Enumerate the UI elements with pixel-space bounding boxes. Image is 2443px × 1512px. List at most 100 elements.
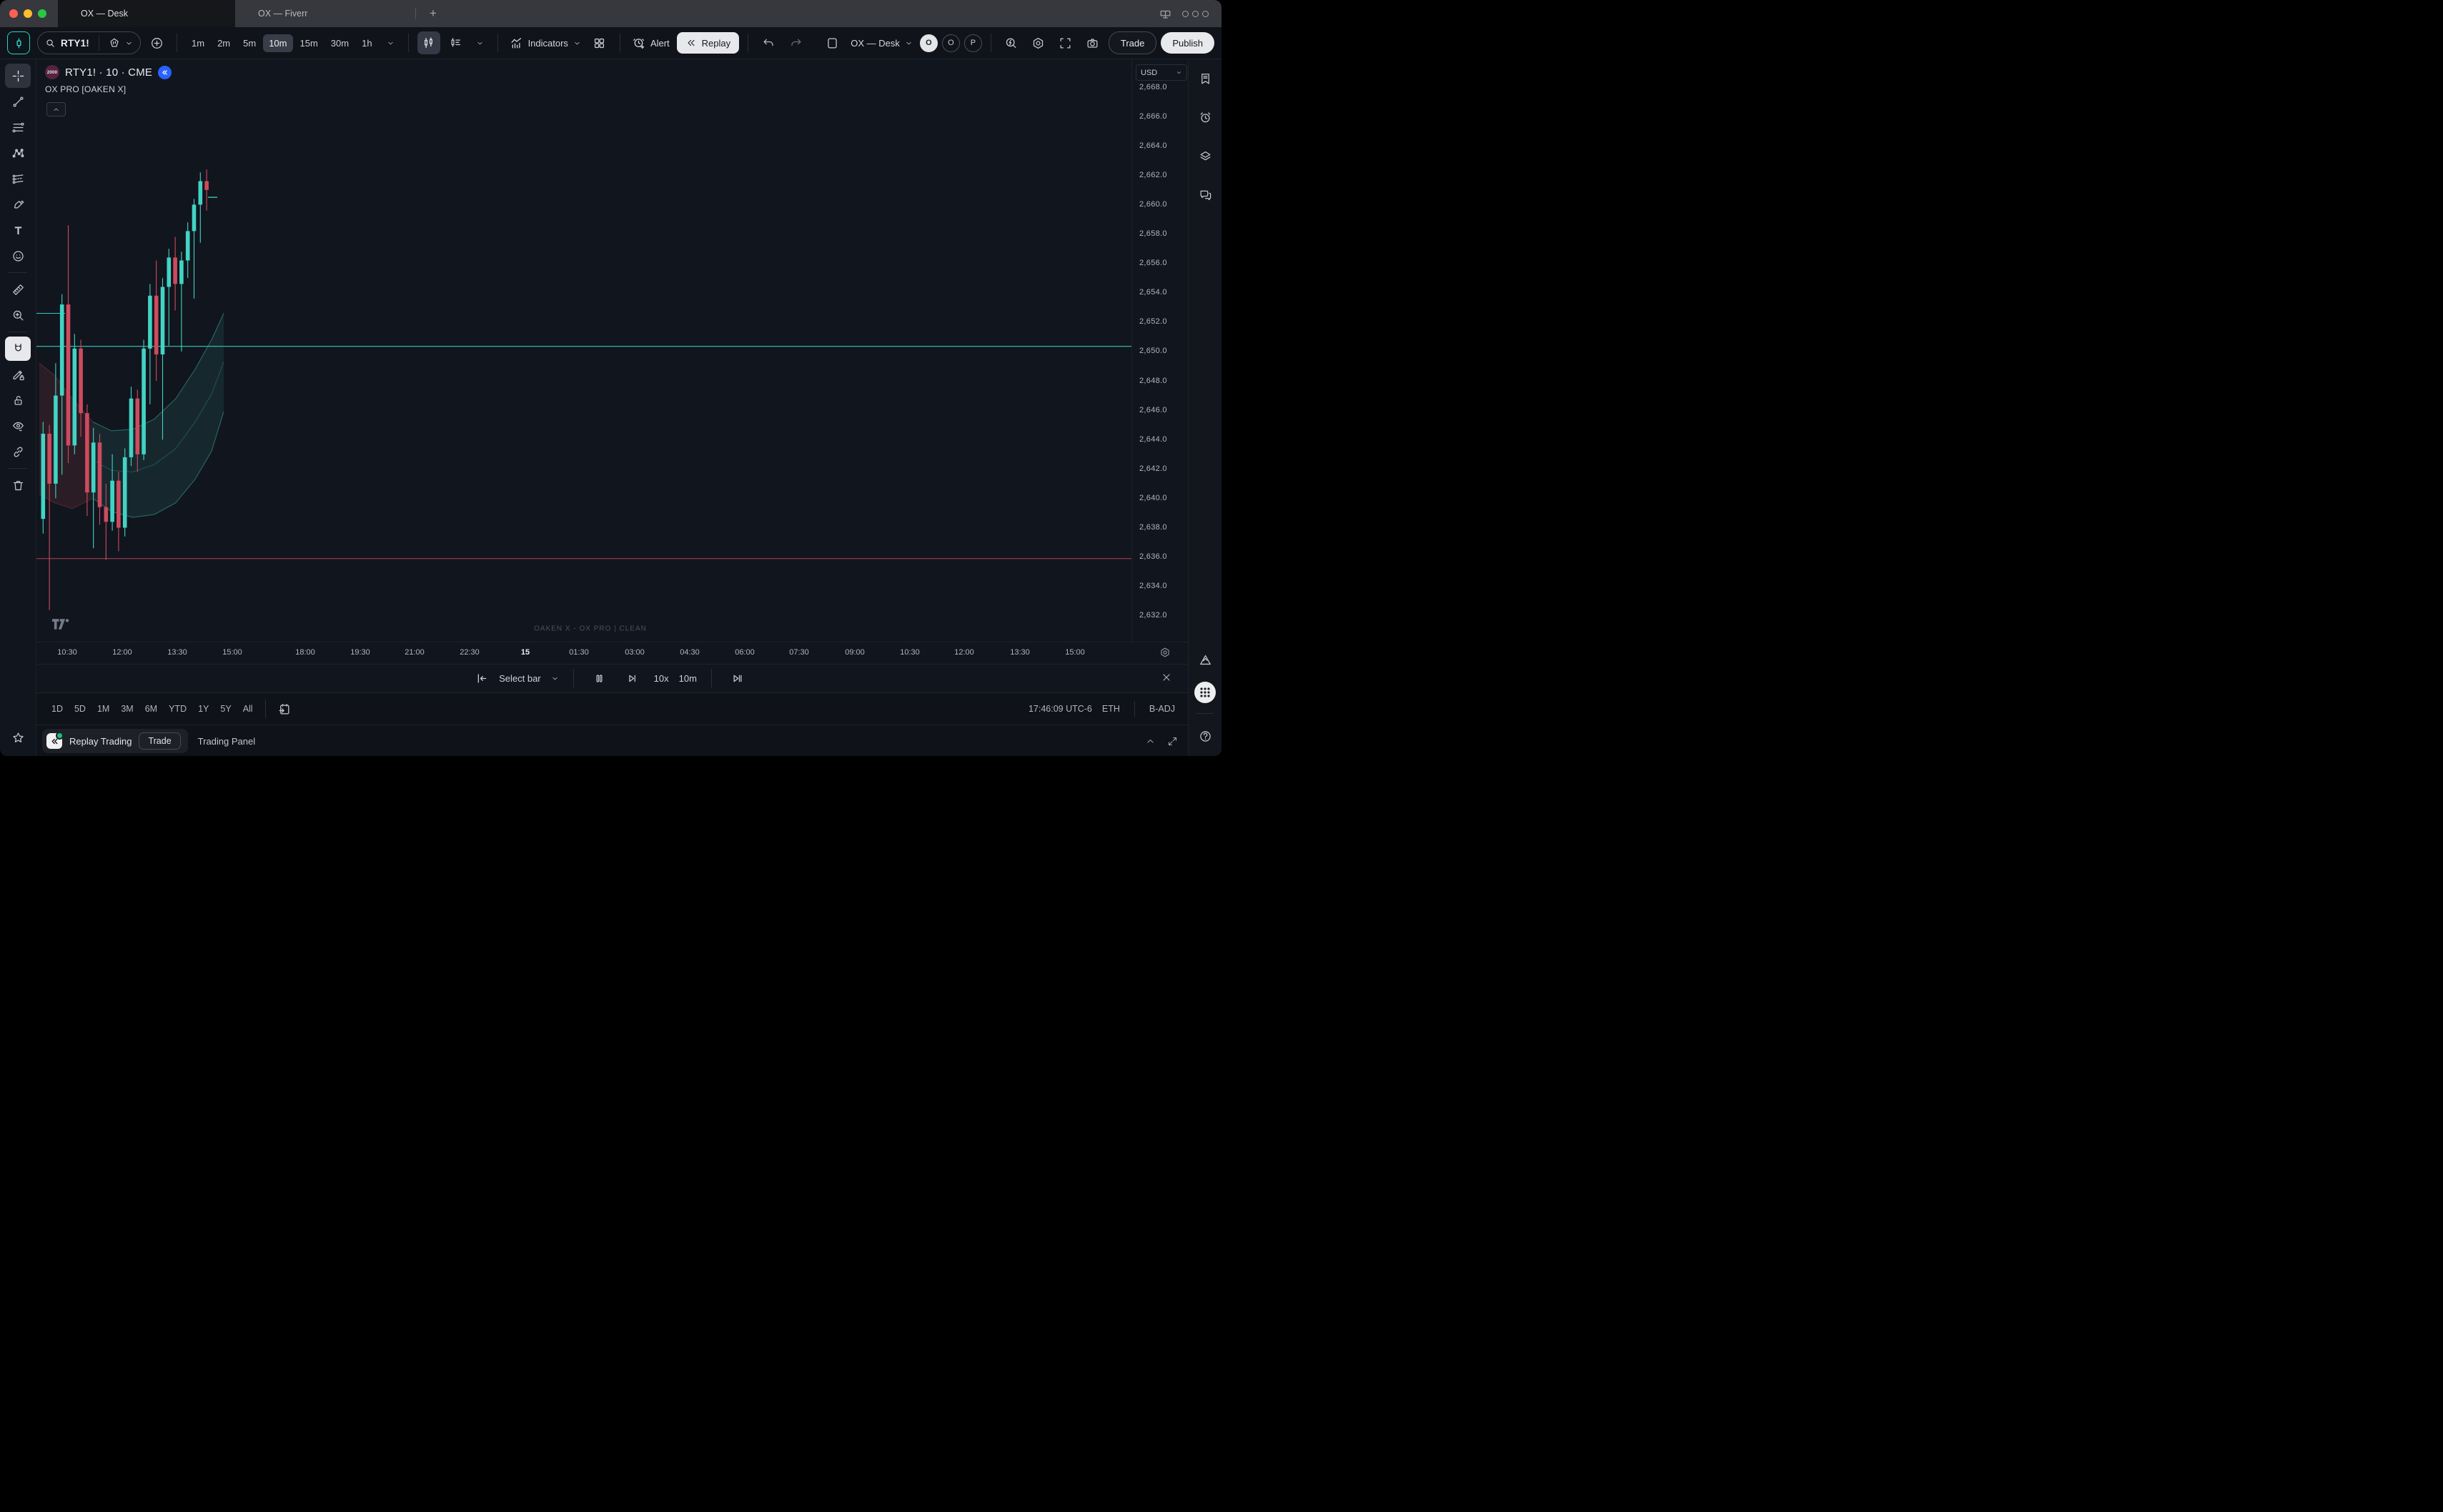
range-1d[interactable]: 1D xyxy=(46,700,68,717)
trading-panel-tab[interactable]: Trading Panel xyxy=(198,736,255,747)
symbol-search-box[interactable]: RTY1! xyxy=(37,31,141,54)
tab-ox-fiverr[interactable]: OX — Fiverr xyxy=(235,0,412,27)
projection-tool[interactable] xyxy=(5,166,31,191)
range-5y[interactable]: 5Y xyxy=(215,700,236,717)
layout-selector[interactable]: OX — Desk xyxy=(848,38,916,49)
collapse-panel-chevron-icon[interactable] xyxy=(1145,736,1156,747)
candlestick-plot[interactable] xyxy=(36,59,1134,642)
more-options-icon[interactable] xyxy=(1182,11,1209,17)
timeframe-10m[interactable]: 10m xyxy=(263,34,292,52)
drawing-edit-lock-tool[interactable] xyxy=(5,362,31,387)
range-3m[interactable]: 3M xyxy=(116,700,138,717)
legend-title[interactable]: RTY1! · 10 · CME xyxy=(65,66,152,79)
favorites-star-tool[interactable] xyxy=(5,725,31,750)
alerts-clock-icon[interactable] xyxy=(1192,105,1218,129)
timeframe-5m[interactable]: 5m xyxy=(237,34,262,52)
replay-jump-to-end-button[interactable] xyxy=(726,667,749,690)
tab-ox-desk[interactable]: OX — Desk xyxy=(58,0,235,27)
chat-icon[interactable] xyxy=(1192,182,1218,207)
alert-button[interactable]: Alert xyxy=(629,36,673,50)
timeframe-15m[interactable]: 15m xyxy=(294,34,324,52)
apps-grid-icon[interactable] xyxy=(1194,682,1216,703)
time-axis[interactable]: 10:3012:0013:3015:0018:0019:3021:0022:30… xyxy=(36,642,1188,664)
object-tree-layers-icon[interactable] xyxy=(1192,144,1218,168)
replay-step-forward-button[interactable] xyxy=(621,667,644,690)
avatar-o[interactable]: O xyxy=(942,34,960,52)
help-icon[interactable] xyxy=(1192,724,1218,748)
remove-drawings-tool[interactable] xyxy=(5,473,31,497)
brush-tool[interactable] xyxy=(5,192,31,217)
replay-button[interactable]: Replay xyxy=(677,32,739,54)
line-tools-style-button[interactable] xyxy=(445,31,467,54)
range-5d[interactable]: 5D xyxy=(69,700,91,717)
publish-button[interactable]: Publish xyxy=(1161,32,1214,54)
currency-selector[interactable]: USD xyxy=(1136,64,1187,81)
close-replay-icon[interactable] xyxy=(1161,672,1172,683)
adjustment-toggle[interactable]: B-ADJ xyxy=(1149,704,1175,714)
quick-search-icon[interactable] xyxy=(1000,31,1023,54)
magnet-mode-tool[interactable] xyxy=(5,337,31,361)
add-symbol-button[interactable] xyxy=(145,31,168,54)
xabcd-pattern-tool[interactable] xyxy=(5,141,31,165)
expand-panel-icon[interactable] xyxy=(1167,736,1178,747)
replay-pause-button[interactable] xyxy=(588,667,611,690)
fullscreen-icon[interactable] xyxy=(1054,31,1077,54)
hide-drawings-tool[interactable] xyxy=(5,414,31,438)
legend-collapse-button[interactable] xyxy=(46,102,66,116)
lock-all-drawings-tool[interactable] xyxy=(5,388,31,412)
indicators-button[interactable]: Indicators xyxy=(507,36,584,50)
watchlist-icon[interactable] xyxy=(1192,66,1218,91)
legend-study[interactable]: OX PRO [OAKEN X] xyxy=(45,84,172,94)
link-drawings-tool[interactable] xyxy=(5,439,31,464)
go-to-date-icon[interactable] xyxy=(273,697,296,720)
chevron-down-icon[interactable] xyxy=(573,39,581,47)
replay-trade-button[interactable]: Trade xyxy=(139,732,180,750)
avatar-o-active[interactable]: O xyxy=(920,34,938,52)
app-logo-icon[interactable] xyxy=(7,31,30,54)
axis-settings-gear-icon[interactable] xyxy=(1159,647,1171,658)
zoom-window-button[interactable] xyxy=(38,9,46,18)
zoom-in-tool[interactable] xyxy=(5,303,31,327)
avatar-p[interactable]: P xyxy=(964,34,982,52)
range-all[interactable]: All xyxy=(238,700,258,717)
price-axis[interactable]: USD 2,668.02,666.02,664.02,662.02,660.02… xyxy=(1131,59,1188,642)
ruler-tool[interactable] xyxy=(5,277,31,302)
tab-overview-icon[interactable] xyxy=(1159,7,1172,21)
timeframe-2m[interactable]: 2m xyxy=(212,34,236,52)
redo-button[interactable] xyxy=(784,31,807,54)
range-ytd[interactable]: YTD xyxy=(164,700,192,717)
close-window-button[interactable] xyxy=(9,9,18,18)
range-6m[interactable]: 6M xyxy=(140,700,162,717)
trade-button[interactable]: Trade xyxy=(1109,31,1156,54)
replay-mode-badge[interactable] xyxy=(158,66,172,79)
timeframe-1m[interactable]: 1m xyxy=(186,34,210,52)
replay-interval-button[interactable]: 10m xyxy=(679,673,697,684)
timeframe-30m[interactable]: 30m xyxy=(325,34,355,52)
timeframe-menu-chevron[interactable] xyxy=(382,31,400,54)
minimize-window-button[interactable] xyxy=(24,9,32,18)
replay-trading-chip[interactable]: Replay Trading Trade xyxy=(42,729,188,753)
timeframe-1h[interactable]: 1h xyxy=(356,34,377,52)
select-bar-control[interactable]: Select bar xyxy=(475,672,559,685)
new-tab-button[interactable]: + xyxy=(419,0,447,27)
chart-area[interactable]: USD 2,668.02,666.02,664.02,662.02,660.02… xyxy=(36,59,1188,642)
undo-button[interactable] xyxy=(757,31,780,54)
tradingview-logo-icon[interactable] xyxy=(52,619,69,633)
trend-line-tool[interactable] xyxy=(5,89,31,114)
range-1y[interactable]: 1Y xyxy=(193,700,214,717)
mini-chart-diamond-icon[interactable] xyxy=(109,37,120,49)
platform-logo-mountain-icon[interactable] xyxy=(1192,647,1218,672)
session-toggle[interactable]: ETH xyxy=(1102,704,1120,714)
range-1m[interactable]: 1M xyxy=(92,700,114,717)
emoji-tool[interactable] xyxy=(5,244,31,268)
style-menu-chevron[interactable] xyxy=(472,31,489,54)
fib-retracement-tool[interactable] xyxy=(5,115,31,139)
crosshair-tool[interactable] xyxy=(5,64,31,88)
replay-speed-button[interactable]: 10x xyxy=(654,673,669,684)
layout-templates-button[interactable] xyxy=(588,31,611,54)
chart-style-candles-button[interactable] xyxy=(417,31,440,54)
clock-value[interactable]: 17:46:09 UTC-6 xyxy=(1029,704,1092,714)
settings-gear-icon[interactable] xyxy=(1027,31,1050,54)
text-tool[interactable] xyxy=(5,218,31,242)
layout-square-icon[interactable] xyxy=(821,31,843,54)
